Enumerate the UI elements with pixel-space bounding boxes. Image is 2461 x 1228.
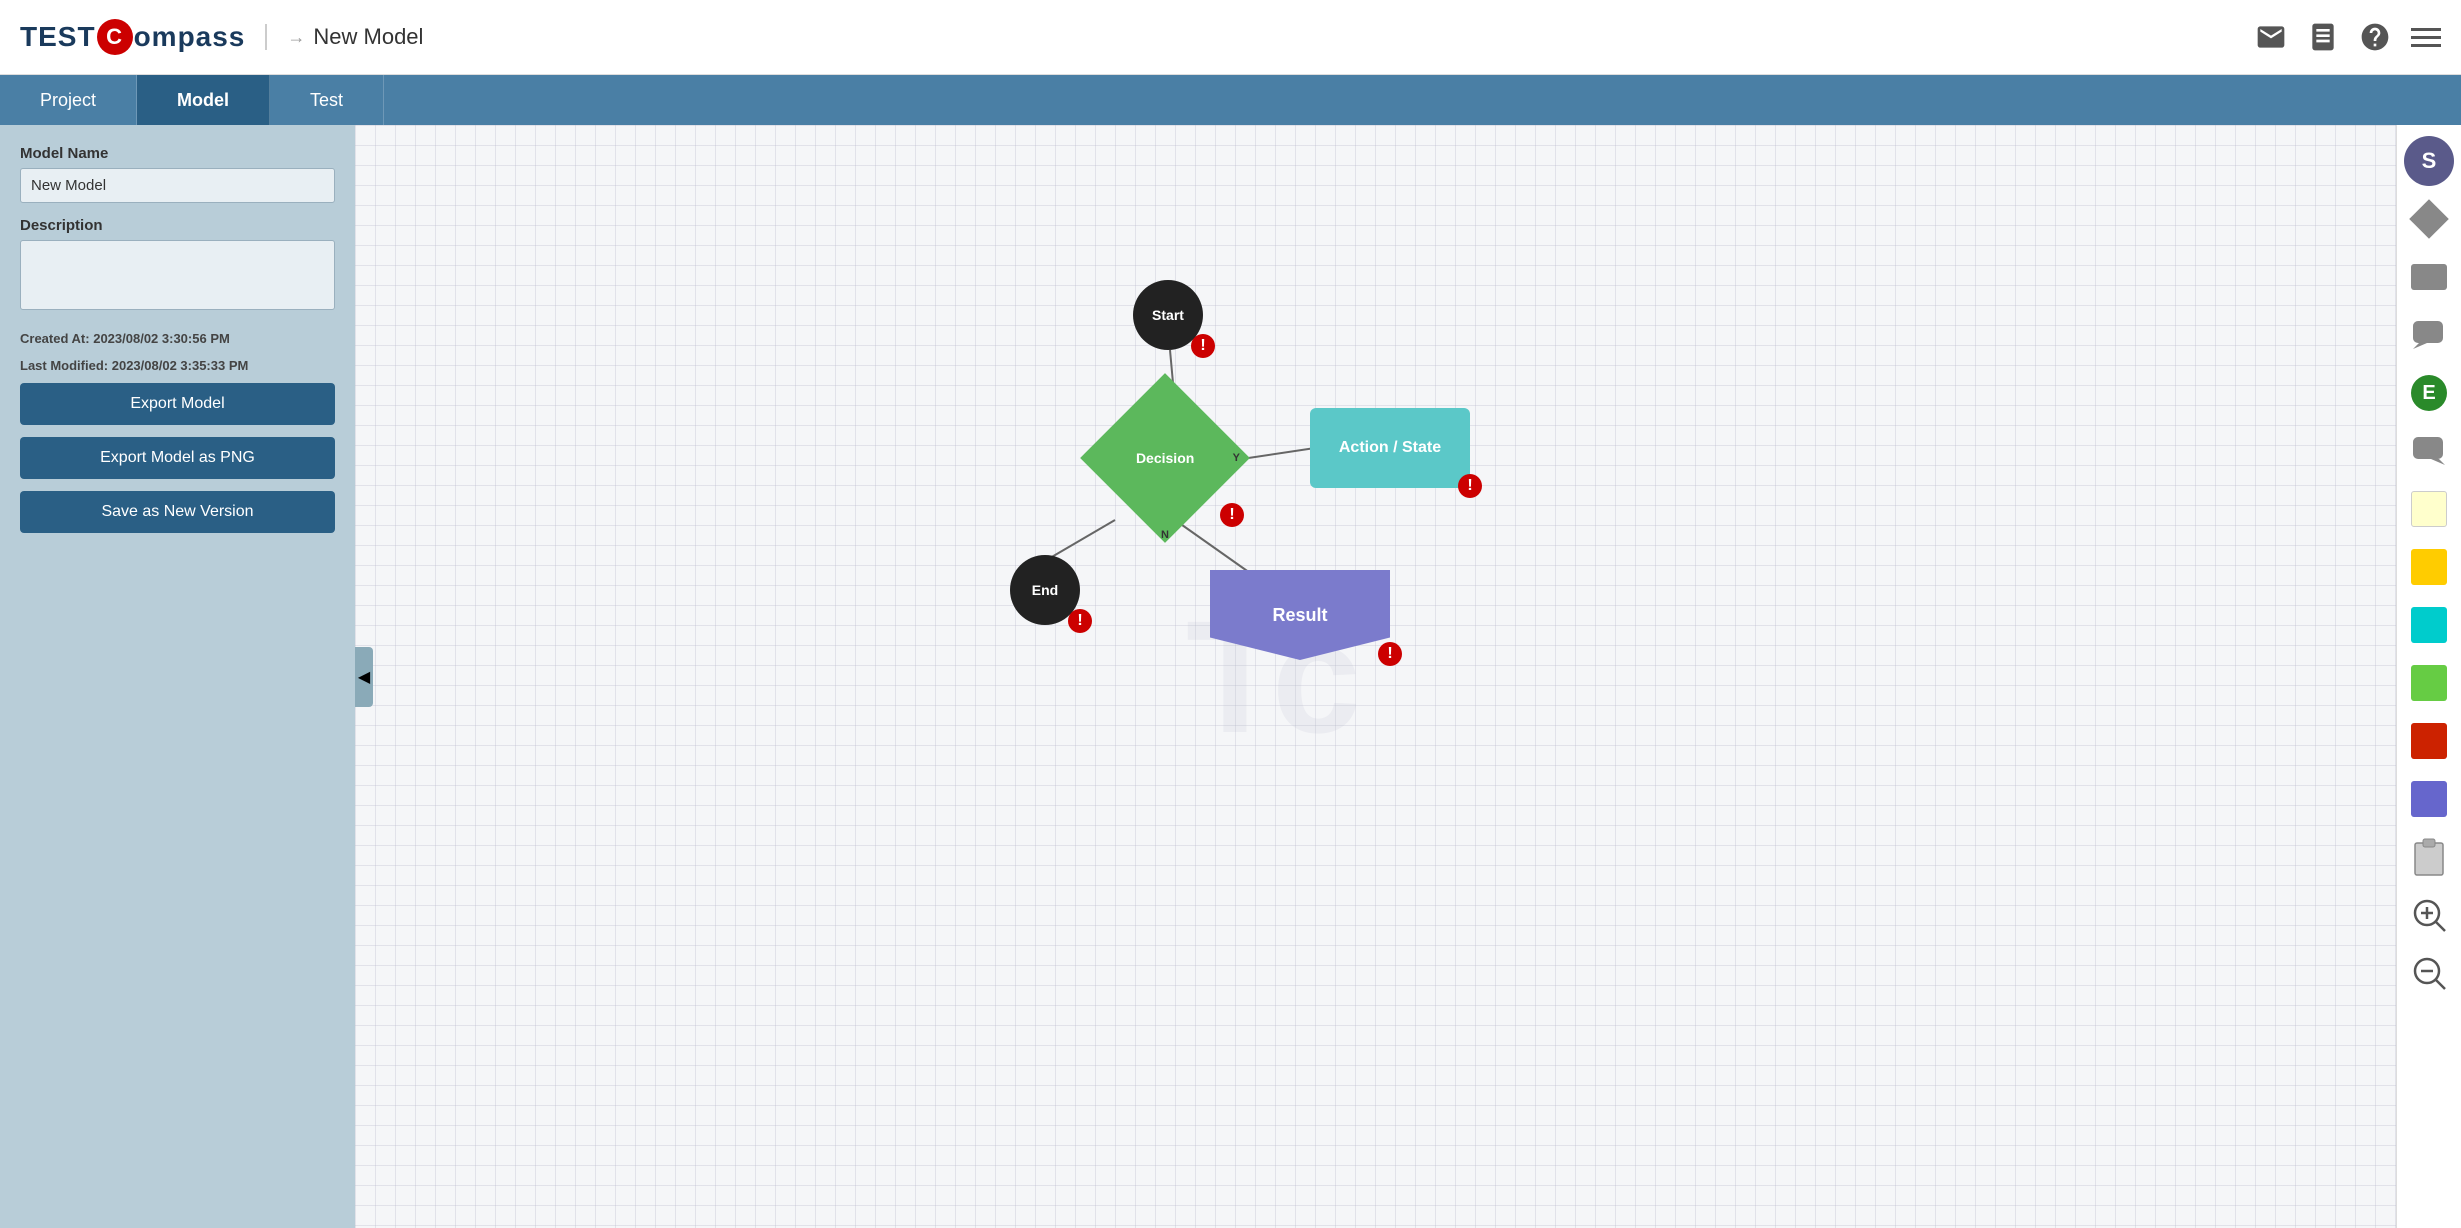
save-version-button[interactable]: Save as New Version: [20, 491, 335, 533]
end-error-badge: !: [1068, 609, 1092, 633]
sidebar: Model Name Description Created At: 2023/…: [0, 125, 355, 1228]
mail-icon[interactable]: [2255, 21, 2287, 53]
tool-diamond[interactable]: [2403, 193, 2455, 245]
user-avatar-icon: S: [2404, 136, 2454, 186]
header: TESTCompass → New Model: [0, 0, 2461, 75]
last-modified: Last Modified: 2023/08/02 3:35:33 PM: [20, 356, 335, 377]
tab-test[interactable]: Test: [270, 75, 384, 125]
model-title-text: New Model: [313, 24, 423, 50]
tool-clipboard[interactable]: [2403, 831, 2455, 883]
created-at-value: 2023/08/02 3:30:56 PM: [93, 331, 230, 346]
result-label: Result: [1272, 605, 1327, 626]
connection-lines: [355, 125, 2396, 1228]
start-error-badge: !: [1191, 334, 1215, 358]
tool-color-yellow-light[interactable]: [2403, 483, 2455, 535]
tool-speech-right[interactable]: [2403, 309, 2455, 361]
decision-label: Decision: [1136, 450, 1194, 466]
rectangle-icon: [2411, 264, 2447, 290]
decision-y-label: Y: [1233, 452, 1240, 464]
collapse-icon: ◀: [358, 667, 370, 687]
model-title-area: → New Model: [265, 24, 423, 50]
description-input[interactable]: [20, 240, 335, 310]
color-red-icon: [2411, 723, 2447, 759]
start-label: Start: [1152, 307, 1184, 323]
model-name-input[interactable]: [20, 168, 335, 203]
logo-area: TESTCompass → New Model: [20, 19, 423, 55]
speech-right-icon: [2411, 319, 2447, 351]
clipboard-icon: [2411, 837, 2447, 877]
result-shape: Result: [1210, 570, 1390, 660]
action-state-label: Action / State: [1339, 439, 1441, 457]
logo-ompass: ompass: [134, 21, 246, 53]
nav-tabs: Project Model Test: [0, 75, 2461, 125]
result-error-badge: !: [1378, 642, 1402, 666]
header-icons: [2255, 21, 2441, 53]
decision-error-badge: !: [1220, 503, 1244, 527]
model-name-label: Model Name: [20, 145, 335, 162]
last-modified-value: 2023/08/02 3:35:33 PM: [112, 358, 249, 373]
start-node[interactable]: Start !: [1133, 280, 1203, 350]
menu-icon[interactable]: [2411, 28, 2441, 47]
export-png-button[interactable]: Export Model as PNG: [20, 437, 335, 479]
decision-n-label: N: [1161, 529, 1169, 541]
tool-speech-left[interactable]: [2403, 425, 2455, 477]
export-model-button[interactable]: Export Model: [20, 383, 335, 425]
speech-left-icon: [2411, 435, 2447, 467]
logo-test: TEST: [20, 21, 96, 53]
color-green-icon: [2411, 665, 2447, 701]
action-state-rect: Action / State: [1310, 408, 1470, 488]
color-purple-icon: [2411, 781, 2447, 817]
sidebar-collapse-toggle[interactable]: ◀: [355, 647, 373, 707]
diamond-icon: [2409, 199, 2449, 239]
tool-color-purple[interactable]: [2403, 773, 2455, 825]
action-state-node[interactable]: Action / State !: [1310, 408, 1470, 488]
last-modified-label: Last Modified:: [20, 358, 108, 373]
result-node[interactable]: Result !: [1210, 570, 1390, 660]
main-area: Model Name Description Created At: 2023/…: [0, 125, 2461, 1228]
logo-c: C: [97, 19, 133, 55]
tool-e-node[interactable]: E: [2403, 367, 2455, 419]
tool-rectangle[interactable]: [2403, 251, 2455, 303]
created-at: Created At: 2023/08/02 3:30:56 PM: [20, 329, 335, 350]
e-node-icon: E: [2411, 375, 2447, 411]
tab-project[interactable]: Project: [0, 75, 137, 125]
tool-palette: S E: [2396, 125, 2461, 1228]
tab-model[interactable]: Model: [137, 75, 270, 125]
tool-color-red[interactable]: [2403, 715, 2455, 767]
color-cyan-icon: [2411, 607, 2447, 643]
color-yellow-light-icon: [2411, 491, 2447, 527]
tool-color-green[interactable]: [2403, 657, 2455, 709]
logo: TESTCompass: [20, 19, 245, 55]
diagram-canvas[interactable]: Tc Start ! Deci: [355, 125, 2396, 1228]
title-arrow: →: [287, 27, 305, 48]
zoom-out-icon: [2411, 955, 2447, 991]
zoom-in-icon: [2411, 897, 2447, 933]
decision-node[interactable]: Decision Y N !: [1100, 393, 1230, 523]
help-icon[interactable]: [2359, 21, 2391, 53]
tool-zoom-out[interactable]: [2403, 947, 2455, 999]
description-label: Description: [20, 217, 335, 234]
end-node[interactable]: End !: [1010, 555, 1080, 625]
created-at-label: Created At:: [20, 331, 90, 346]
tool-color-yellow[interactable]: [2403, 541, 2455, 593]
tool-user-avatar[interactable]: S: [2403, 135, 2455, 187]
end-label: End: [1032, 582, 1058, 598]
tool-zoom-in[interactable]: [2403, 889, 2455, 941]
action-state-error-badge: !: [1458, 474, 1482, 498]
color-yellow-icon: [2411, 549, 2447, 585]
tool-color-cyan[interactable]: [2403, 599, 2455, 651]
book-icon[interactable]: [2307, 21, 2339, 53]
